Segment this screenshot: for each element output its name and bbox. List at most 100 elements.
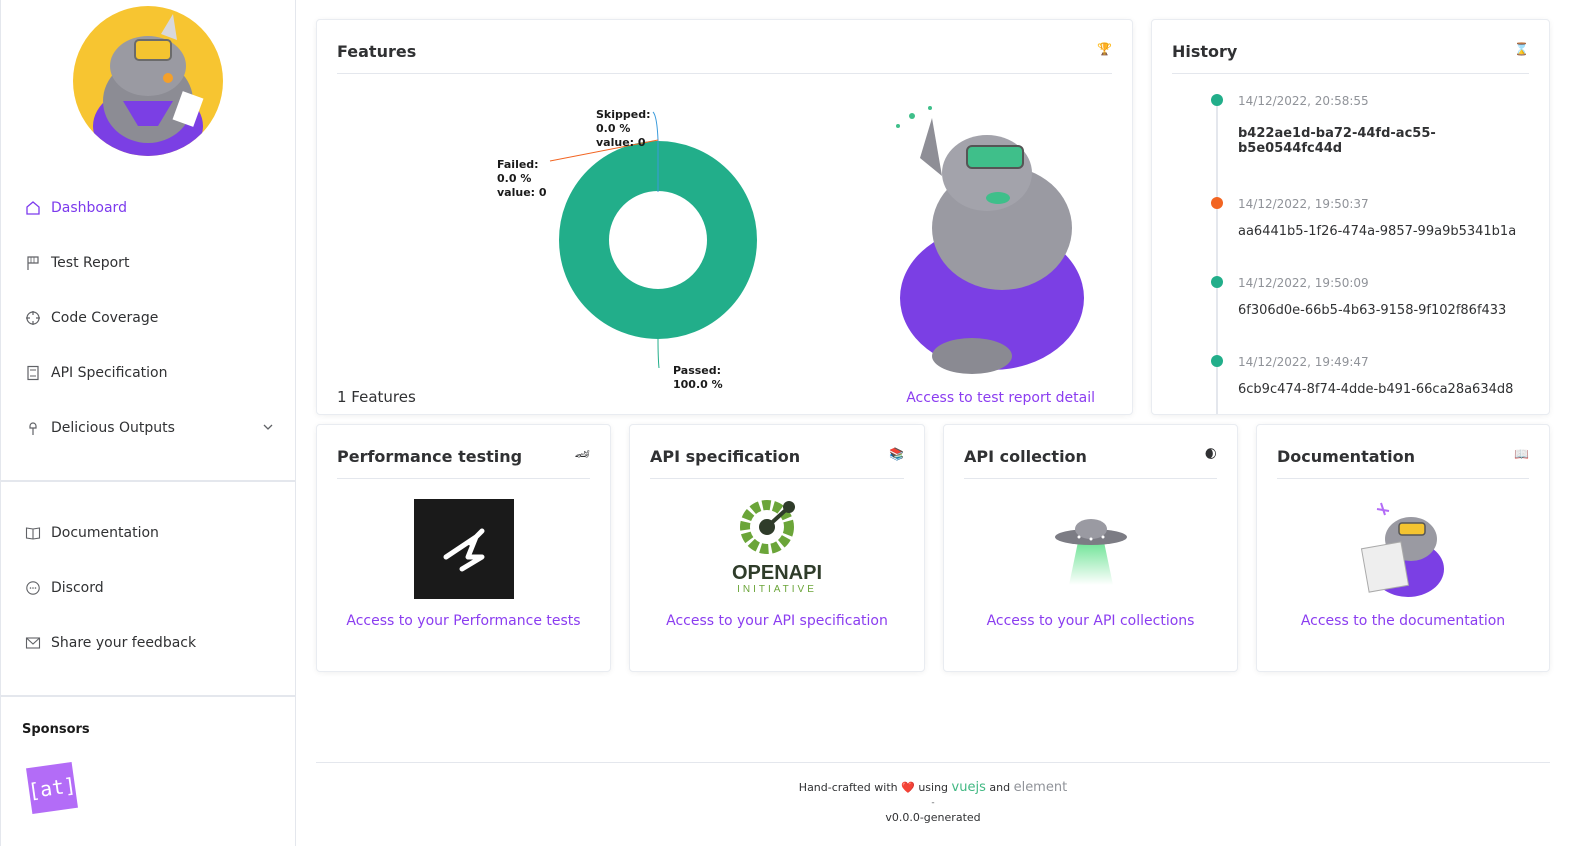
openapi-text: OPENAPI xyxy=(731,562,823,584)
api-specification-card: API specification 📚 OPENAPI INITIATIVE A… xyxy=(629,424,925,672)
history-card: History ⌛ 14/12/2022, 20:58:55 b422ae1d-… xyxy=(1151,19,1550,415)
openapi-logo: OPENAPI INITIATIVE xyxy=(717,499,837,599)
status-dot xyxy=(1211,94,1223,106)
sidebar-divider xyxy=(1,695,296,697)
label-passed-name: Passed: xyxy=(673,364,721,377)
footer-and: and xyxy=(989,781,1011,794)
card-header: API collection 🌒 xyxy=(964,447,1217,479)
label-failed-value: value: 0 xyxy=(497,186,547,199)
documentation-link[interactable]: Access to the documentation xyxy=(1257,613,1549,629)
api-collections-link[interactable]: Access to your API collections xyxy=(944,613,1237,629)
label-failed-name: Failed: xyxy=(497,158,539,171)
label-skipped-name: Skipped: xyxy=(596,108,651,121)
label-failed-percent: 0.0 % xyxy=(497,172,531,185)
card-header: History ⌛ xyxy=(1172,42,1529,74)
history-id: b422ae1d-ba72-44fd-ac55-b5e0544fc44d xyxy=(1238,126,1436,156)
initiative-text: INITIATIVE xyxy=(737,584,817,595)
sidebar: Dashboard Test Report Code Coverage API … xyxy=(0,0,296,846)
hourglass-icon: ⌛ xyxy=(1514,42,1529,56)
label-passed-percent: 100.0 % xyxy=(673,378,723,391)
nav-dashboard[interactable]: Dashboard xyxy=(1,188,296,228)
vuejs-link[interactable]: vuejs xyxy=(952,780,986,795)
k6-logo xyxy=(413,499,514,599)
nav-label: API Specification xyxy=(51,365,168,381)
card-title: Features xyxy=(337,42,417,61)
footer-credits: Hand-crafted with ❤️ using vuejs and ele… xyxy=(316,780,1550,795)
notebook-icon xyxy=(25,365,41,381)
performance-tests-link[interactable]: Access to your Performance tests xyxy=(317,613,610,629)
nav-code-coverage[interactable]: Code Coverage xyxy=(1,298,296,338)
status-dot xyxy=(1211,197,1223,209)
nav-label: Delicious Outputs xyxy=(51,420,175,436)
history-id: aa6441b5-1f26-474a-9857-99a9b5341b1a xyxy=(1238,224,1517,239)
flag-icon xyxy=(25,255,41,271)
nav-api-specification[interactable]: API Specification xyxy=(1,353,296,393)
ice-cream-icon xyxy=(25,420,41,436)
nav-label: Share your feedback xyxy=(51,635,197,651)
nav-label: Documentation xyxy=(51,525,159,541)
book-icon xyxy=(25,525,41,541)
documentation-card: Documentation 📖 Access to the documentat… xyxy=(1256,424,1550,672)
heart-icon: ❤️ xyxy=(901,781,915,794)
sponsors-title: Sponsors xyxy=(22,722,90,737)
crosshair-icon xyxy=(25,310,41,326)
chevron-down-icon[interactable] xyxy=(262,421,274,437)
footer-dash: - xyxy=(931,798,935,808)
trophy-icon: 🏆 xyxy=(1097,42,1112,56)
ufo-illustration xyxy=(1041,499,1141,599)
mail-icon xyxy=(25,635,41,651)
api-collection-card: API collection 🌒 Access to your API coll… xyxy=(943,424,1238,672)
history-time: 14/12/2022, 20:58:55 xyxy=(1238,94,1369,108)
card-header: Documentation 📖 xyxy=(1277,447,1529,479)
features-donut-chart: Skipped: 0.0 % value: 0 Failed: 0.0 % va… xyxy=(497,108,757,391)
race-car-icon: 🏎 xyxy=(574,447,590,461)
nav-delicious-outputs[interactable]: Delicious Outputs xyxy=(1,408,296,448)
mascot-reading-illustration xyxy=(1353,499,1453,599)
nav-test-report[interactable]: Test Report xyxy=(1,243,296,283)
card-title: Documentation xyxy=(1277,447,1416,466)
card-title: Performance testing xyxy=(337,447,523,466)
element-link[interactable]: element xyxy=(1014,780,1068,795)
label-skipped-percent: 0.0 % xyxy=(596,122,630,135)
books-icon: 📚 xyxy=(889,447,904,461)
features-count: 1 Features xyxy=(337,388,416,406)
footer-prefix: Hand-crafted with xyxy=(798,781,898,794)
mascot-illustration xyxy=(896,106,1084,374)
nav-label: Code Coverage xyxy=(51,310,159,326)
chat-icon xyxy=(25,580,41,596)
history-id: 6cb9c474-8f74-4dde-b491-66ca28a634d8 xyxy=(1238,382,1514,397)
api-specification-link[interactable]: Access to your API specification xyxy=(630,613,924,629)
performance-card: Performance testing 🏎 Access to your Per… xyxy=(316,424,611,672)
nav-discord[interactable]: Discord xyxy=(1,568,296,608)
footer-using: using xyxy=(918,781,949,794)
mascot-avatar xyxy=(73,6,223,156)
nav-documentation[interactable]: Documentation xyxy=(1,513,296,553)
history-time: 14/12/2022, 19:49:47 xyxy=(1238,355,1369,369)
status-dot xyxy=(1211,276,1223,288)
open-book-icon: 📖 xyxy=(1514,447,1529,461)
card-title: API specification xyxy=(650,447,801,466)
history-time: 14/12/2022, 19:50:09 xyxy=(1238,276,1369,290)
sidebar-divider xyxy=(1,480,296,482)
features-card: Features 🏆 Skipped: 0.0 % value: 0 Faile… xyxy=(316,19,1133,415)
nav-label: Test Report xyxy=(51,255,130,271)
card-title: History xyxy=(1172,42,1238,61)
leader-passed xyxy=(657,337,660,369)
card-header: Performance testing 🏎 xyxy=(337,447,590,479)
history-id: 6f306d0e-66b5-4b63-9158-9f102f86f433 xyxy=(1238,303,1507,318)
label-skipped-value: value: 0 xyxy=(596,136,646,149)
sponsor-logo[interactable]: [at] xyxy=(26,762,78,814)
card-header: Features 🏆 xyxy=(337,42,1112,74)
card-title: API collection xyxy=(964,447,1087,466)
home-icon xyxy=(25,200,41,216)
footer-divider xyxy=(316,762,1550,763)
nav-share-feedback[interactable]: Share your feedback xyxy=(1,623,296,663)
moon-icon: 🌒 xyxy=(1204,447,1217,461)
footer-version: v0.0.0-generated xyxy=(885,811,981,824)
test-report-detail-link[interactable]: Access to test report detail xyxy=(906,390,1095,406)
status-dot xyxy=(1211,355,1223,367)
nav-label: Dashboard xyxy=(51,200,127,216)
history-time: 14/12/2022, 19:50:37 xyxy=(1238,197,1369,211)
card-header: API specification 📚 xyxy=(650,447,904,479)
nav-label: Discord xyxy=(51,580,104,596)
